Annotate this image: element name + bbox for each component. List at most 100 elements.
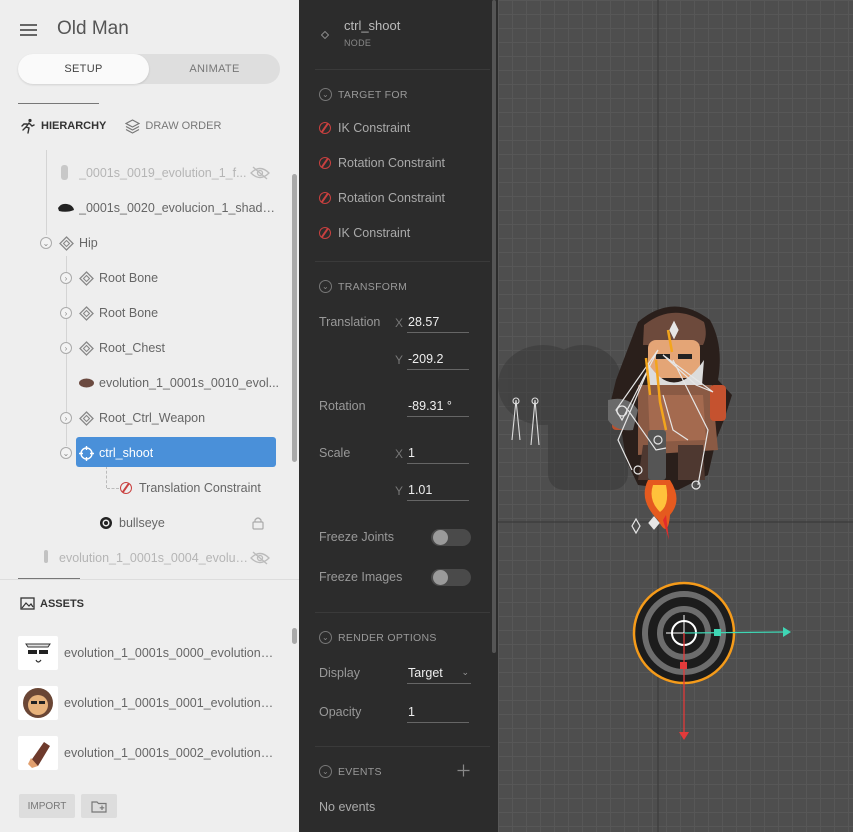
chevron-down-icon[interactable]: ⌄ xyxy=(319,631,332,644)
tree-item[interactable]: bullseye xyxy=(0,509,290,537)
eye-hidden-icon[interactable] xyxy=(250,551,270,565)
tree-item[interactable]: ⌄ Hip xyxy=(0,229,290,257)
import-button[interactable]: IMPORT xyxy=(19,794,75,818)
constraint-icon xyxy=(319,122,331,134)
tree-item-label: Root_Ctrl_Weapon xyxy=(99,411,206,425)
lock-icon[interactable] xyxy=(252,516,264,530)
tree-item[interactable]: › Root_Chest xyxy=(0,334,290,362)
asset-label: evolution_1_0001s_0001_evolution_... xyxy=(64,696,276,710)
tab-underline xyxy=(18,103,99,104)
chevron-down-icon[interactable]: ⌄ xyxy=(319,88,332,101)
render-options-header: ⌄ RENDER OPTIONS xyxy=(319,631,437,644)
assets-scrollbar[interactable] xyxy=(292,628,297,644)
asset-item[interactable]: evolution_1_0001s_0002_evolution_... xyxy=(18,736,278,770)
stage-canvas[interactable] xyxy=(498,0,853,832)
asset-item[interactable]: evolution_1_0001s_0000_evolution_f... xyxy=(18,636,278,670)
hamburger-menu-icon[interactable] xyxy=(20,22,38,36)
tree-item-label: Root Bone xyxy=(99,271,159,285)
chevron-right-icon[interactable]: › xyxy=(60,342,72,354)
section-title: EVENTS xyxy=(338,765,382,778)
chevron-down-icon[interactable]: ⌄ xyxy=(319,280,332,293)
scale-y-field[interactable]: 1.01 xyxy=(407,481,469,501)
tree-item-label: evolution_1_0001s_0010_evol... xyxy=(99,376,279,390)
app-title: Old Man xyxy=(57,18,129,39)
image-node-icon xyxy=(79,378,94,388)
folder-plus-icon xyxy=(90,800,107,813)
chevron-down-icon[interactable]: ⌄ xyxy=(60,447,72,459)
asset-item[interactable]: evolution_1_0001s_0001_evolution_... xyxy=(18,686,278,720)
opacity-field[interactable]: 1 xyxy=(407,703,469,723)
new-folder-button[interactable] xyxy=(81,794,117,818)
tab-draw-order-label: DRAW ORDER xyxy=(145,120,222,132)
tree-item[interactable]: › Root Bone xyxy=(0,264,290,292)
assets-title: ASSETS xyxy=(40,597,85,610)
shadow-image-icon xyxy=(58,203,74,212)
asset-label: evolution_1_0001s_0000_evolution_f... xyxy=(64,646,276,660)
tree-connector xyxy=(107,488,119,489)
tree-item[interactable]: › Root Bone xyxy=(0,299,290,327)
hierarchy-scrollbar[interactable] xyxy=(292,174,297,462)
image-node-icon xyxy=(61,165,68,180)
bone-icon xyxy=(79,271,94,286)
no-events-text: No events xyxy=(319,800,376,814)
plus-icon[interactable] xyxy=(457,764,470,777)
tree-item-label: _0001s_0019_evolution_1_f... xyxy=(79,166,247,180)
target-constraint-item[interactable]: IK Constraint xyxy=(319,121,410,135)
chevron-down-icon[interactable]: ⌄ xyxy=(319,765,332,778)
section-title: RENDER OPTIONS xyxy=(338,631,437,644)
setup-mode-button[interactable]: SETUP xyxy=(18,54,149,84)
target-constraint-item[interactable]: IK Constraint xyxy=(319,226,410,240)
asset-thumbnail xyxy=(18,686,58,720)
constraint-label: Rotation Constraint xyxy=(338,156,446,170)
tree-item[interactable]: _0001s_0020_evolucion_1_shado... xyxy=(0,194,290,222)
tree-item[interactable]: Translation Constraint xyxy=(0,474,290,502)
tree-item-selected[interactable]: ⌄ ctrl_shoot xyxy=(0,439,290,467)
freeze-joints-label: Freeze Joints xyxy=(319,530,395,544)
tree-item[interactable]: evolution_1_0001s_0004_evolut... xyxy=(0,544,290,572)
translation-constraint-icon xyxy=(120,482,132,494)
mode-switch: SETUP ANIMATE xyxy=(18,54,280,84)
translation-y-field[interactable]: -209.2 xyxy=(407,350,469,370)
bone-icon xyxy=(79,411,94,426)
constraint-icon xyxy=(319,157,331,169)
scale-x-field[interactable]: 1 xyxy=(407,444,469,464)
tree-item[interactable]: _0001s_0019_evolution_1_f... xyxy=(0,159,290,187)
separator xyxy=(315,746,490,747)
target-constraint-item[interactable]: Rotation Constraint xyxy=(319,191,445,205)
translation-label: Translation xyxy=(319,315,381,329)
constraint-icon xyxy=(319,227,331,239)
separator xyxy=(315,612,490,613)
app-header: Old Man xyxy=(20,18,280,40)
constraint-label: Rotation Constraint xyxy=(338,191,446,205)
freeze-joints-toggle[interactable] xyxy=(431,529,471,546)
bone-icon xyxy=(79,341,94,356)
tree-item-label: Hip xyxy=(79,236,98,250)
assets-header: ASSETS xyxy=(20,597,84,610)
image-node-icon xyxy=(44,550,48,563)
translation-x-field[interactable]: 28.57 xyxy=(407,313,469,333)
asset-label: evolution_1_0001s_0002_evolution_... xyxy=(64,746,276,760)
assets-underline xyxy=(18,578,80,579)
chevron-down-icon[interactable]: ⌄ xyxy=(40,237,52,249)
tab-draw-order[interactable]: DRAW ORDER xyxy=(125,118,222,134)
tab-hierarchy[interactable]: HIERARCHY xyxy=(20,118,106,134)
chevron-right-icon[interactable]: › xyxy=(60,272,72,284)
crosshair-target-icon xyxy=(79,446,94,461)
chevron-right-icon[interactable]: › xyxy=(60,412,72,424)
bullseye-icon xyxy=(100,517,112,529)
eye-hidden-icon[interactable] xyxy=(250,166,270,180)
muzzle-flash xyxy=(644,480,677,540)
inspector-scrollbar[interactable] xyxy=(492,0,496,653)
tree-item[interactable]: › Root_Ctrl_Weapon xyxy=(0,404,290,432)
rotation-label: Rotation xyxy=(319,399,366,413)
left-panel: Old Man SETUP ANIMATE HIERARCHY DRAW ORD… xyxy=(0,0,299,832)
axis-x-label: X xyxy=(395,316,404,330)
rotation-field[interactable]: -89.31 ° xyxy=(407,397,469,417)
node-icon xyxy=(321,31,329,39)
tree-item[interactable]: evolution_1_0001s_0010_evol... xyxy=(0,369,290,397)
animate-mode-button[interactable]: ANIMATE xyxy=(149,54,280,84)
chevron-right-icon[interactable]: › xyxy=(60,307,72,319)
target-constraint-item[interactable]: Rotation Constraint xyxy=(319,156,445,170)
display-select[interactable]: Target ⌄ xyxy=(407,664,471,684)
freeze-images-toggle[interactable] xyxy=(431,569,471,586)
